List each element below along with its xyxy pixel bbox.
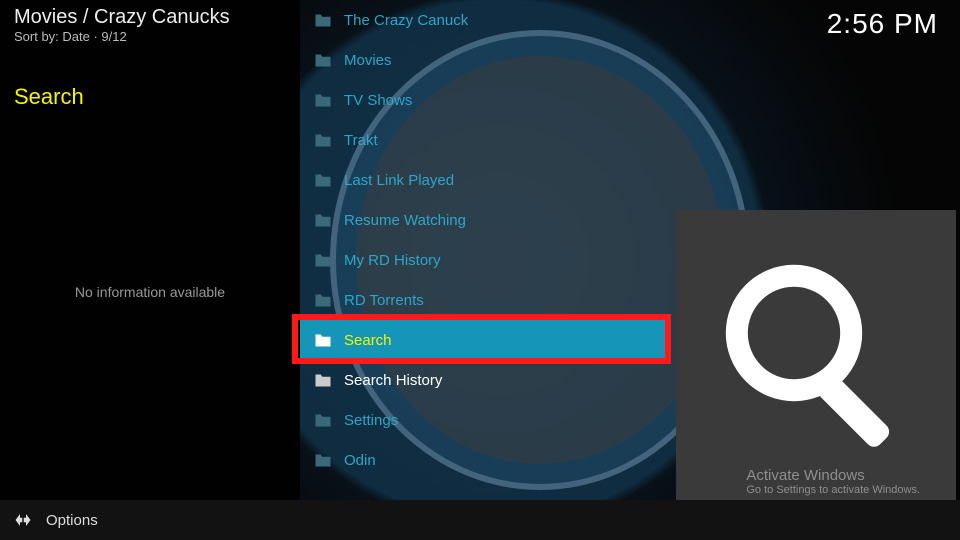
folder-icon <box>314 213 332 227</box>
list-item[interactable]: TV Shows <box>300 80 665 120</box>
folder-icon <box>314 373 332 387</box>
folder-icon <box>314 453 332 467</box>
folder-icon <box>314 53 332 67</box>
list-item-label: Last Link Played <box>344 172 454 189</box>
folder-icon <box>314 93 332 107</box>
list-item[interactable]: My RD History <box>300 240 665 280</box>
clock: 2:56 PM <box>827 8 938 40</box>
list-item[interactable]: Search History <box>300 360 665 400</box>
list-item[interactable]: Search <box>300 320 665 360</box>
folder-icon <box>314 133 332 147</box>
options-button[interactable]: Options <box>46 512 98 529</box>
list-item-label: My RD History <box>344 252 441 269</box>
list-item-label: TV Shows <box>344 92 412 109</box>
list-item-label: Trakt <box>344 132 378 149</box>
activate-line1: Activate Windows <box>746 467 920 484</box>
list-item[interactable]: Resume Watching <box>300 200 665 240</box>
menu-list[interactable]: The Crazy Canuck Movies TV Shows Trakt Last … <box>300 0 665 500</box>
page-title: Search <box>0 44 300 110</box>
list-item-label: Settings <box>344 412 398 429</box>
options-arrow-icon <box>14 511 32 529</box>
list-item-label: Search History <box>344 372 442 389</box>
folder-icon <box>314 333 332 347</box>
activate-line2: Go to Settings to activate Windows. <box>746 484 920 496</box>
list-item[interactable]: Settings <box>300 400 665 440</box>
list-item-label: Movies <box>344 52 392 69</box>
folder-icon <box>314 293 332 307</box>
folder-icon <box>314 253 332 267</box>
activate-windows-watermark: Activate Windows Go to Settings to activ… <box>746 467 920 496</box>
folder-icon <box>314 173 332 187</box>
list-item[interactable]: RD Torrents <box>300 280 665 320</box>
list-item[interactable]: The Crazy Canuck <box>300 0 665 40</box>
list-item-label: The Crazy Canuck <box>344 12 468 29</box>
left-info-pane: Movies / Crazy Canucks Sort by: Date · 9… <box>0 0 300 500</box>
list-item[interactable]: Movies <box>300 40 665 80</box>
folder-icon <box>314 13 332 27</box>
list-item[interactable]: Last Link Played <box>300 160 665 200</box>
list-item[interactable]: Odin <box>300 440 665 480</box>
bottom-bar: Options <box>0 500 960 540</box>
list-item-label: Search <box>344 332 392 349</box>
sort-indicator: Sort by: Date · 9/12 <box>0 29 300 44</box>
preview-thumbnail <box>676 210 956 500</box>
list-item-label: Odin <box>344 452 376 469</box>
list-item[interactable]: Trakt <box>300 120 665 160</box>
no-info-label: No information available <box>0 284 300 300</box>
list-item-label: RD Torrents <box>344 292 424 309</box>
list-item-label: Resume Watching <box>344 212 466 229</box>
folder-icon <box>314 413 332 427</box>
breadcrumb: Movies / Crazy Canucks <box>0 0 300 29</box>
search-icon <box>706 245 926 465</box>
